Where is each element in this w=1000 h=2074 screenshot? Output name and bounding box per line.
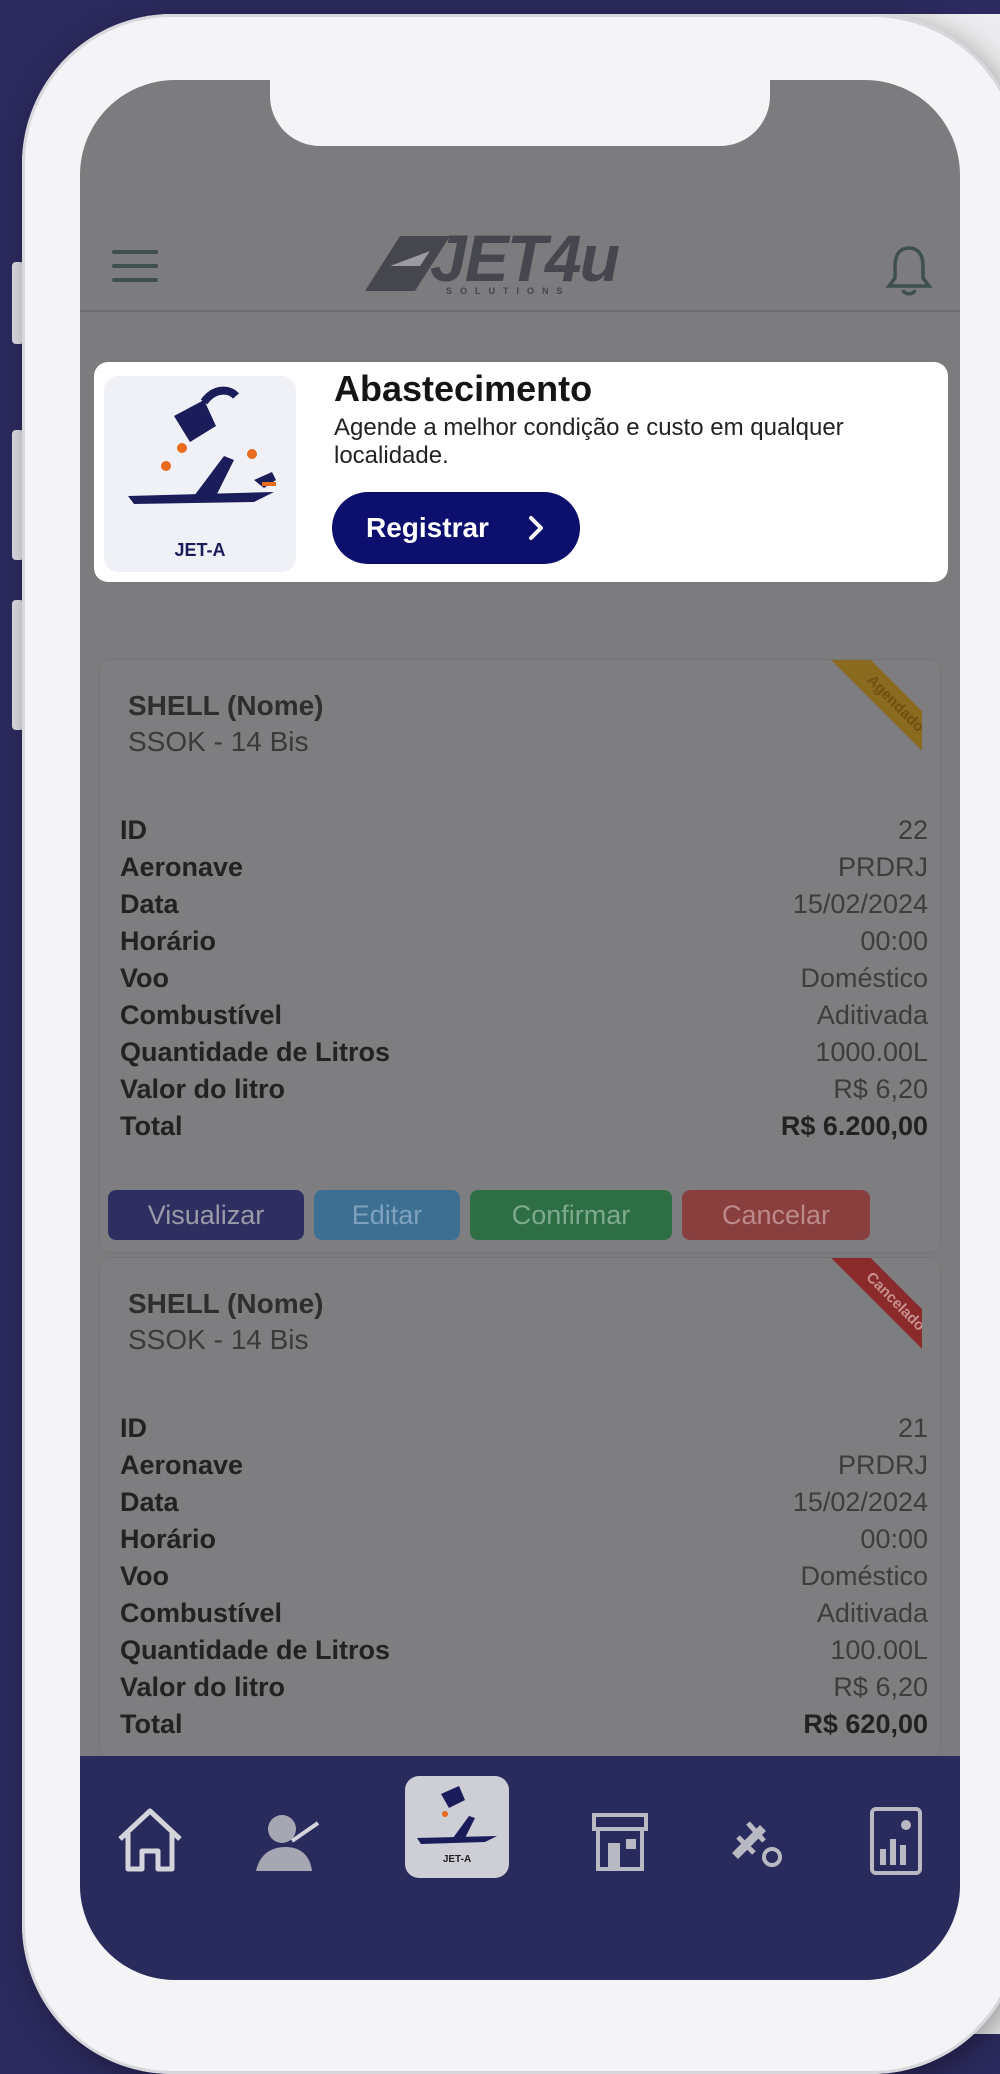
home-icon[interactable] xyxy=(110,1801,190,1881)
order-supplier: SHELL (Nome) xyxy=(128,690,324,721)
detail-row: Quantidade de Litros 1000.00L xyxy=(120,1037,928,1067)
detail-row: Voo Doméstico xyxy=(120,963,928,993)
status-label: Agendado xyxy=(824,660,922,775)
tab-fuel[interactable]: JET-A xyxy=(405,1776,509,1878)
app-header: JET4u SOLUTIONS xyxy=(80,200,960,310)
order-location: SSOK - 14 Bis xyxy=(128,1324,309,1355)
bottom-tab-bar: JET-A xyxy=(80,1756,960,1980)
hamburger-menu-icon[interactable] xyxy=(112,250,158,290)
tab-fuel-label: JET-A xyxy=(442,1854,472,1865)
detail-row: Horário 00:00 xyxy=(120,1524,928,1554)
order-details: ID 22 Aeronave PRDRJ Data 15/02/2024 Horári… xyxy=(120,812,928,1145)
fuel-type-label: JET-A xyxy=(174,540,226,560)
view-button[interactable]: Visualizar xyxy=(108,1190,304,1240)
detail-row: Voo Doméstico xyxy=(120,1561,928,1591)
pilot-icon[interactable] xyxy=(248,1801,328,1881)
fueling-order-card: SHELL (Nome) SSOK - 14 Bis Agendado ID 22… xyxy=(100,660,940,1252)
detail-row: Horário 00:00 xyxy=(120,926,928,956)
detail-row: Aeronave PRDRJ xyxy=(120,852,928,882)
detail-row-total: Total R$ 6.200,00 xyxy=(120,1111,928,1141)
detail-row: Valor do litro R$ 6,20 xyxy=(120,1672,928,1702)
promo-title: Abastecimento xyxy=(334,368,593,409)
fueling-order-card: SHELL (Nome) SSOK - 14 Bis Cancelado ID 2… xyxy=(100,1258,940,1758)
store-icon[interactable] xyxy=(580,1801,660,1881)
detail-row: ID 21 xyxy=(120,1413,928,1443)
background-strip xyxy=(0,0,1000,14)
order-supplier: SHELL (Nome) xyxy=(128,1288,324,1319)
detail-row: Valor do litro R$ 6,20 xyxy=(120,1074,928,1104)
detail-row-total: Total R$ 620,00 xyxy=(120,1709,928,1739)
order-actions: Visualizar Editar Confirmar Cancelar xyxy=(108,1190,928,1242)
detail-row: Aeronave PRDRJ xyxy=(120,1450,928,1480)
logo-text: JET4u xyxy=(430,221,620,295)
airplane-discount-icon[interactable] xyxy=(718,1801,798,1881)
detail-row: Combustível Aditivada xyxy=(120,1598,928,1628)
report-icon[interactable] xyxy=(856,1801,936,1881)
detail-row: Data 15/02/2024 xyxy=(120,889,928,919)
app-logo: JET4u SOLUTIONS xyxy=(360,220,690,300)
notification-bell-icon[interactable] xyxy=(885,244,933,298)
status-ribbon: Cancelado xyxy=(802,1258,922,1378)
order-location: SSOK - 14 Bis xyxy=(128,726,309,757)
status-label: Cancelado xyxy=(824,1258,922,1373)
fueling-promo-card: JET-A Abastecimento Agende a melhor cond… xyxy=(94,362,948,582)
order-details: ID 21 Aeronave PRDRJ Data 15/02/2024 Horári… xyxy=(120,1410,928,1743)
confirm-button[interactable]: Confirmar xyxy=(470,1190,672,1240)
app-screen: JET4u SOLUTIONS JET-A Abastecimento Agen… xyxy=(80,80,960,1980)
register-button-label: Registrar xyxy=(366,512,489,543)
fuel-nozzle-airplane-icon xyxy=(128,386,276,504)
promo-description: Agende a melhor condição e custo em qual… xyxy=(334,414,844,469)
detail-row: ID 22 xyxy=(120,815,928,845)
logo-subtext: SOLUTIONS xyxy=(446,286,571,296)
fuel-illustration: JET-A xyxy=(104,376,296,572)
phone-notch xyxy=(270,80,770,146)
cancel-button[interactable]: Cancelar xyxy=(682,1190,870,1240)
edit-button[interactable]: Editar xyxy=(314,1190,460,1240)
fuel-icon xyxy=(417,1786,497,1844)
status-ribbon: Agendado xyxy=(802,660,922,780)
register-button[interactable]: Registrar xyxy=(332,492,580,564)
detail-row: Quantidade de Litros 100.00L xyxy=(120,1635,928,1665)
detail-row: Data 15/02/2024 xyxy=(120,1487,928,1517)
detail-row: Combustível Aditivada xyxy=(120,1000,928,1030)
header-divider xyxy=(80,310,960,312)
chevron-right-icon xyxy=(529,516,543,540)
